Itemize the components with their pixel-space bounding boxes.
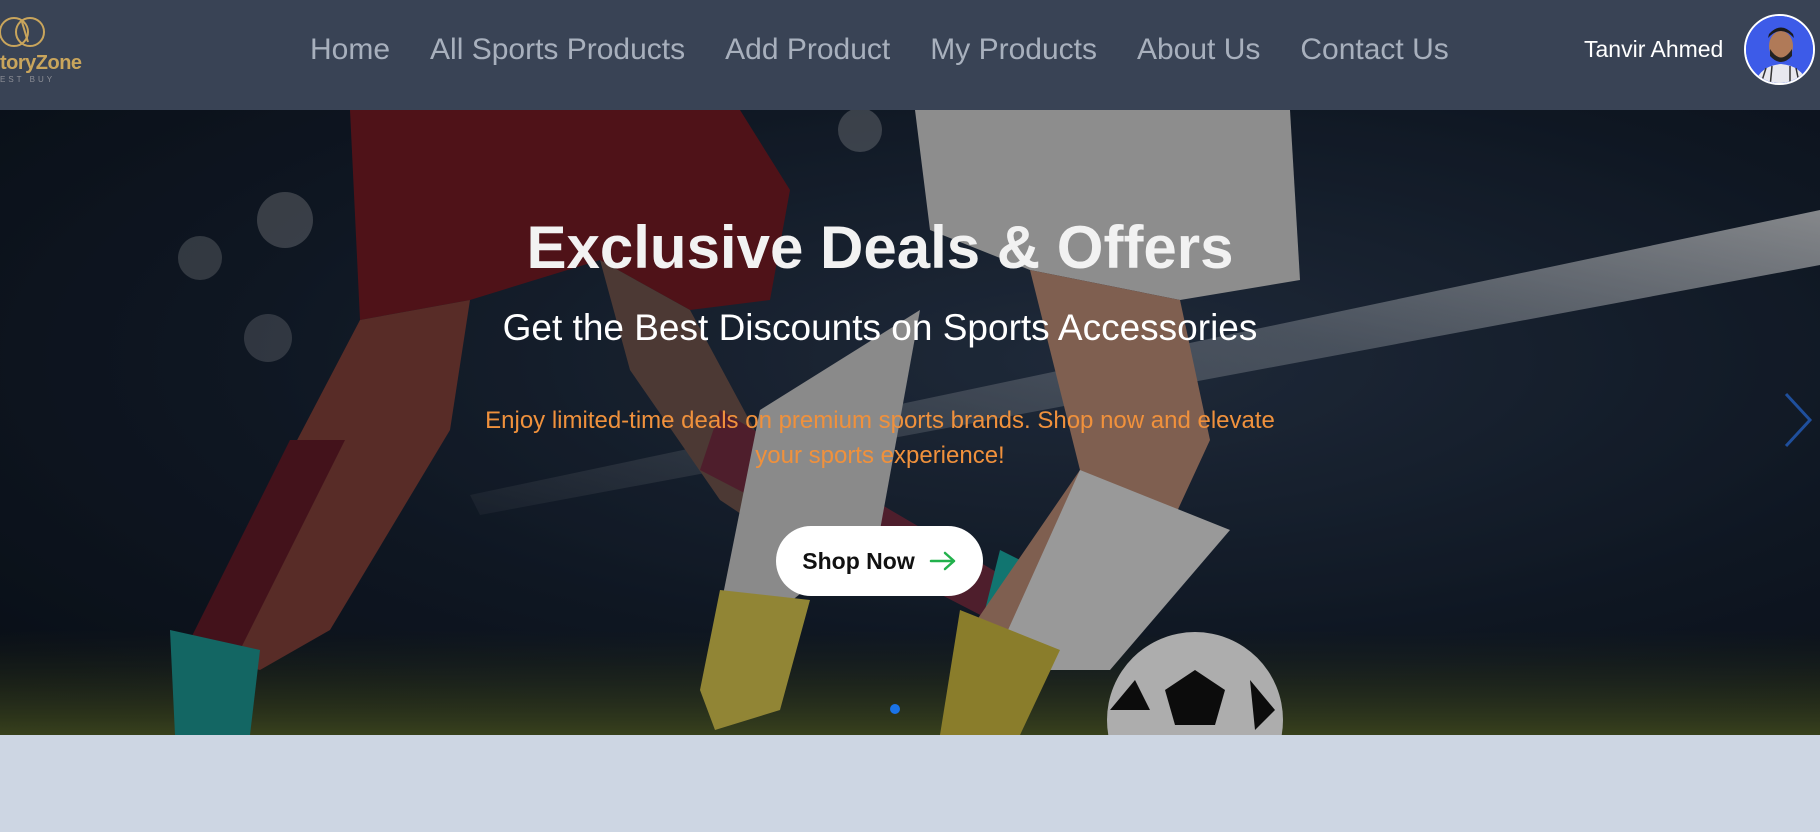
navbar: toryZone EST BUY Home All Sports Product… [0, 0, 1820, 110]
brand-tagline: EST BUY [0, 75, 56, 84]
carousel-dot-1[interactable] [850, 704, 860, 714]
nav-link-add-product[interactable]: Add Product [725, 33, 890, 67]
chevron-right-icon[interactable] [1782, 390, 1814, 450]
carousel-dot-2[interactable] [870, 704, 880, 714]
arrow-right-icon [929, 551, 955, 571]
hero-title: Exclusive Deals & Offers [526, 214, 1234, 281]
hero-subtitle: Get the Best Discounts on Sports Accesso… [502, 307, 1258, 348]
nav-link-home[interactable]: Home [310, 33, 390, 67]
hero-banner: Exclusive Deals & Offers Get the Best Di… [0, 110, 1820, 735]
user-avatar-icon [1746, 16, 1813, 83]
shop-now-button[interactable]: Shop Now [776, 526, 983, 596]
rings-logo-icon [0, 17, 45, 47]
nav-link-all-sports-products[interactable]: All Sports Products [430, 33, 685, 67]
user-name: Tanvir Ahmed [1584, 36, 1724, 62]
hero-description: Enjoy limited-time deals on premium spor… [485, 407, 1275, 469]
nav-links: Home All Sports Products Add Product My … [310, 0, 1449, 100]
nav-link-about-us[interactable]: About Us [1137, 33, 1260, 67]
nav-link-contact-us[interactable]: Contact Us [1300, 33, 1448, 67]
carousel-dot-3[interactable] [890, 704, 900, 714]
carousel-dots [850, 704, 900, 714]
brand-name: toryZone [0, 52, 82, 74]
page-content-area [0, 735, 1820, 832]
nav-link-my-products[interactable]: My Products [930, 33, 1097, 67]
user-avatar[interactable] [1744, 14, 1815, 85]
brand-logo[interactable]: toryZone EST BUY [0, 14, 100, 94]
shop-now-label: Shop Now [802, 547, 915, 574]
